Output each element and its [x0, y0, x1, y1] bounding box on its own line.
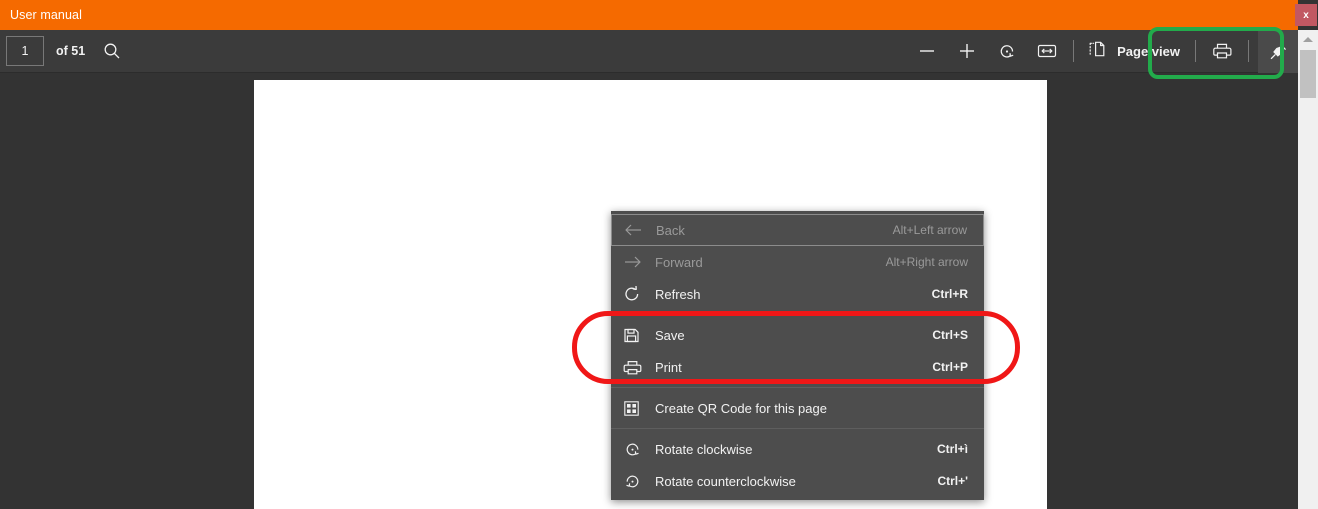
context-menu-item-rotate-clockwise[interactable]: Rotate clockwise Ctrl+ì — [611, 433, 984, 465]
context-menu-item-create-qr-code[interactable]: Create QR Code for this page — [611, 392, 984, 424]
page-view-label: Page view — [1117, 43, 1180, 59]
context-menu-item-label: Create QR Code for this page — [655, 400, 827, 416]
toolbar-separator-3 — [1248, 40, 1249, 62]
scroll-up-arrow-icon[interactable] — [1298, 30, 1318, 48]
qr-code-icon — [623, 398, 645, 418]
close-button[interactable]: x — [1295, 4, 1317, 26]
context-menu-separator-2 — [611, 387, 984, 388]
arrow-left-icon — [624, 220, 646, 240]
rotate-counterclockwise-icon — [623, 471, 645, 491]
context-menu-item-label: Rotate clockwise — [655, 441, 753, 457]
context-menu-item-accel: Ctrl+' — [937, 474, 968, 488]
context-menu-item-accel: Ctrl+P — [932, 360, 968, 374]
context-menu-item-accel: Ctrl+R — [931, 287, 968, 301]
pdf-toolbar: 1 of 51 Page view — [0, 29, 1298, 73]
scrollbar-thumb[interactable] — [1300, 50, 1316, 98]
pin-button[interactable] — [1258, 29, 1298, 73]
zoom-out-button[interactable] — [910, 34, 944, 68]
window-title: User manual — [10, 8, 82, 22]
title-bar: User manual — [0, 0, 1298, 30]
vertical-scrollbar[interactable] — [1298, 30, 1318, 509]
context-menu-item-rotate-counterclockwise[interactable]: Rotate counterclockwise Ctrl+' — [611, 465, 984, 497]
search-icon[interactable] — [95, 34, 129, 68]
context-menu-item-label: Forward — [655, 254, 703, 270]
printer-icon — [623, 357, 645, 377]
context-menu-item-accel: Ctrl+ì — [936, 442, 968, 456]
context-menu-item-forward[interactable]: Forward Alt+Right arrow — [611, 246, 984, 278]
rotate-clockwise-icon[interactable] — [990, 34, 1024, 68]
page-view-icon — [1087, 39, 1108, 64]
page-total-label: of 51 — [56, 44, 86, 58]
print-button[interactable] — [1205, 34, 1239, 68]
context-menu-item-accel: Alt+Left arrow — [892, 223, 967, 237]
context-menu-item-accel: Ctrl+S — [932, 328, 968, 342]
context-menu-item-label: Refresh — [655, 286, 701, 302]
context-menu-item-label: Back — [656, 222, 685, 238]
toolbar-separator-2 — [1195, 40, 1196, 62]
toolbar-right-group: Page view — [910, 29, 1298, 73]
save-floppy-icon — [623, 325, 645, 345]
pdf-viewer-window: User manual x 1 of 51 Page view Back Alt… — [0, 0, 1318, 509]
rotate-clockwise-icon — [623, 439, 645, 459]
context-menu[interactable]: Back Alt+Left arrow Forward Alt+Right ar… — [611, 211, 984, 500]
context-menu-item-print[interactable]: Print Ctrl+P — [611, 351, 984, 383]
context-menu-item-accel: Alt+Right arrow — [885, 255, 968, 269]
fit-to-width-icon[interactable] — [1030, 34, 1064, 68]
context-menu-item-label: Print — [655, 359, 682, 375]
context-menu-item-label: Save — [655, 327, 685, 343]
context-menu-item-save[interactable]: Save Ctrl+S — [611, 319, 984, 351]
context-menu-item-refresh[interactable]: Refresh Ctrl+R — [611, 278, 984, 310]
page-number-input[interactable]: 1 — [6, 36, 44, 66]
context-menu-item-label: Rotate counterclockwise — [655, 473, 796, 489]
context-menu-separator-3 — [611, 428, 984, 429]
page-view-button[interactable]: Page view — [1083, 34, 1186, 68]
context-menu-item-back[interactable]: Back Alt+Left arrow — [611, 214, 984, 246]
refresh-icon — [623, 284, 645, 304]
arrow-right-icon — [623, 252, 645, 272]
toolbar-separator-1 — [1073, 40, 1075, 62]
context-menu-separator-1 — [611, 314, 984, 315]
zoom-in-button[interactable] — [950, 34, 984, 68]
